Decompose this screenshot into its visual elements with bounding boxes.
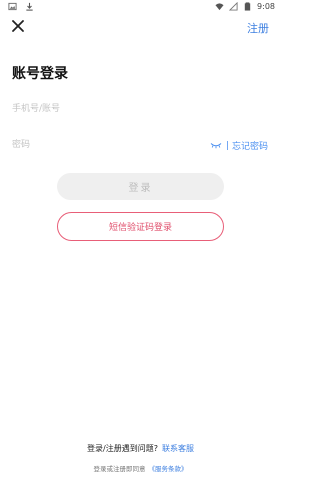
status-bar: 9:08 — [0, 0, 281, 14]
login-button[interactable]: 登录 — [57, 173, 224, 200]
forgot-password-link[interactable]: 忘记密码 — [232, 139, 268, 152]
terms-row: 登录或注册即同意 《服务条款》 — [0, 463, 281, 473]
wifi-icon — [215, 3, 224, 11]
separator: | — [225, 140, 229, 151]
terms-text: 登录或注册即同意 — [93, 465, 146, 473]
page-title: 账号登录 — [12, 66, 68, 82]
image-icon — [8, 2, 17, 11]
eye-closed-icon[interactable] — [210, 142, 222, 149]
sms-login-button[interactable]: 短信验证码登录 — [57, 212, 224, 241]
password-tools: | 忘记密码 — [210, 139, 268, 152]
terms-link[interactable]: 《服务条款》 — [149, 465, 188, 473]
signal-icon — [229, 2, 238, 11]
help-row: 登录/注册遇到问题? 联系客服 — [0, 443, 281, 454]
status-right: 9:08 — [215, 2, 275, 11]
battery-icon — [244, 2, 251, 11]
status-time: 9:08 — [257, 2, 275, 11]
help-text: 登录/注册遇到问题? — [87, 444, 158, 453]
download-icon — [26, 2, 33, 11]
contact-support-link[interactable]: 联系客服 — [162, 444, 194, 453]
password-input[interactable] — [12, 135, 192, 155]
phone-input[interactable] — [12, 99, 268, 119]
status-left — [8, 2, 34, 11]
close-icon[interactable] — [10, 18, 26, 34]
register-link[interactable]: 注册 — [247, 20, 269, 36]
close-button[interactable] — [10, 18, 26, 34]
